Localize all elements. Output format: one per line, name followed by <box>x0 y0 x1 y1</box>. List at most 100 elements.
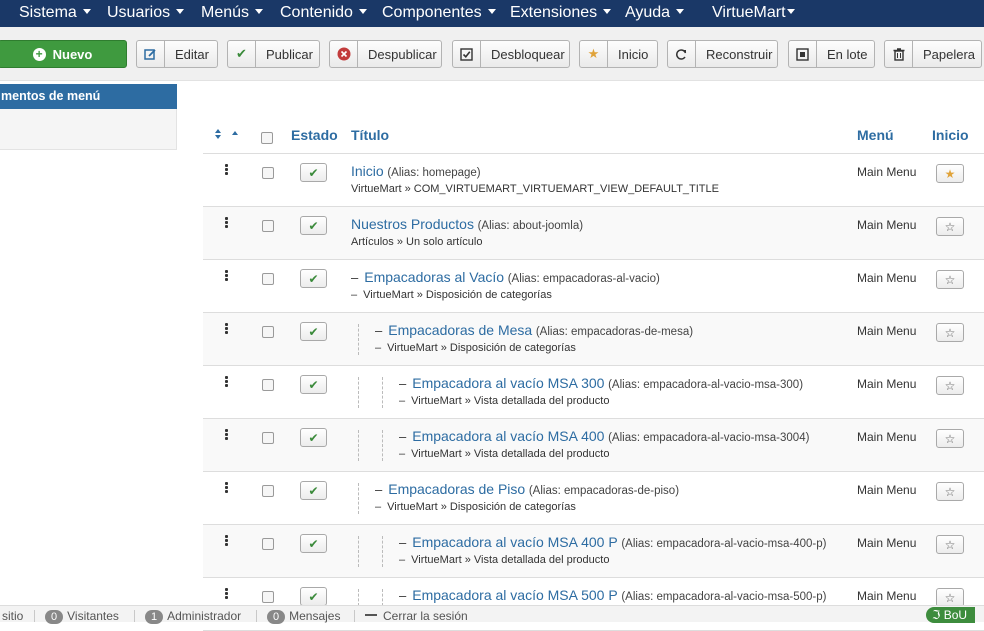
published-toggle-icon[interactable]: ✔ <box>300 428 327 447</box>
caret-down-icon <box>82 9 91 14</box>
row-checkbox[interactable] <box>262 220 274 232</box>
item-alias: (Alias: about-joomla) <box>477 220 584 232</box>
item-title-link[interactable]: Empacadoras de Piso <box>388 481 525 497</box>
tree-guide <box>358 483 359 514</box>
star-icon: ★ <box>580 41 608 67</box>
level-dash: – <box>399 448 406 460</box>
item-title-link[interactable]: Empacadora al vacío MSA 500 P <box>412 587 617 603</box>
item-title-link[interactable]: Empacadora al vacío MSA 400 <box>412 428 604 444</box>
drag-handle-icon[interactable] <box>225 270 229 282</box>
tree-guide <box>382 536 383 567</box>
item-title-link[interactable]: Inicio <box>351 163 384 179</box>
drag-handle-icon[interactable] <box>225 323 229 335</box>
publish-button[interactable]: ✔ Publicar <box>227 40 320 68</box>
row-checkbox[interactable] <box>262 485 274 497</box>
star-outline-icon[interactable]: ☆ <box>936 217 964 236</box>
rebuild-button[interactable]: Reconstruir <box>667 40 778 68</box>
nav-menu-contenido[interactable]: Contenido <box>280 4 367 22</box>
admins-label: Administrador <box>167 609 242 623</box>
published-toggle-icon[interactable]: ✔ <box>300 216 327 235</box>
trash-button[interactable]: Papelera <box>884 40 982 68</box>
drag-handle-icon[interactable] <box>225 535 229 547</box>
published-toggle-icon[interactable]: ✔ <box>300 534 327 553</box>
item-title-link[interactable]: Empacadoras de Mesa <box>388 322 532 338</box>
published-toggle-icon[interactable]: ✔ <box>300 322 327 341</box>
row-checkbox[interactable] <box>262 167 274 179</box>
level-dash: – <box>375 323 383 338</box>
column-header-title[interactable]: Título <box>351 127 389 143</box>
title-cell: – Empacadora al vacío MSA 300 (Alias: emp… <box>399 375 803 391</box>
drag-handle-icon[interactable] <box>225 217 229 229</box>
drag-handle-icon[interactable] <box>225 588 229 600</box>
drag-handle-icon[interactable] <box>225 164 229 176</box>
nav-menu-sistema[interactable]: Sistema <box>19 4 91 22</box>
sidebar-item-menu-items[interactable]: mentos de menú <box>0 84 177 109</box>
star-outline-icon[interactable]: ☆ <box>936 376 964 395</box>
row-checkbox[interactable] <box>262 591 274 603</box>
nav-menu-menus[interactable]: Menús <box>201 4 264 22</box>
checkin-icon <box>453 41 481 67</box>
batch-icon <box>789 41 817 67</box>
nav-menu-componentes[interactable]: Componentes <box>382 4 496 22</box>
row-checkbox[interactable] <box>262 379 274 391</box>
unpublish-button[interactable]: Despublicar <box>329 40 442 68</box>
item-type: Artículos » Un solo artículo <box>351 236 482 248</box>
drag-handle-icon[interactable] <box>225 376 229 388</box>
row-checkbox[interactable] <box>262 273 274 285</box>
unpublish-label: Despublicar <box>368 46 437 62</box>
published-toggle-icon[interactable]: ✔ <box>300 587 327 606</box>
star-outline-icon[interactable]: ☆ <box>936 429 964 448</box>
star-outline-icon[interactable]: ☆ <box>936 482 964 501</box>
new-button[interactable]: + Nuevo <box>0 40 127 68</box>
caret-down-icon <box>176 9 185 14</box>
messages-label: Mensajes <box>289 609 341 623</box>
caret-down-icon <box>255 9 264 14</box>
batch-button[interactable]: En lote <box>788 40 875 68</box>
item-title-link[interactable]: Nuestros Productos <box>351 216 474 232</box>
default-star-icon[interactable]: ★ <box>936 164 964 183</box>
column-header-home[interactable]: Inicio <box>932 127 969 143</box>
separator <box>34 610 35 622</box>
select-all-checkbox[interactable] <box>261 132 273 144</box>
column-header-menu[interactable]: Menú <box>857 127 894 143</box>
item-type-label: VirtueMart » Vista detallada del product… <box>411 554 610 566</box>
item-title-link[interactable]: Empacadora al vacío MSA 300 <box>412 375 604 391</box>
item-alias: (Alias: homepage) <box>387 167 481 179</box>
item-type: – VirtueMart » Vista detallada del produc… <box>399 554 609 566</box>
table-row: ✔ – Empacadora al vacío MSA 400 P (Alias: … <box>203 525 984 578</box>
item-alias: (Alias: empacadoras-de-mesa) <box>535 326 694 338</box>
logout-label: Cerrar la sesión <box>383 609 468 623</box>
star-outline-icon[interactable]: ☆ <box>936 323 964 342</box>
nav-label: VirtueMart <box>712 4 786 21</box>
published-toggle-icon[interactable]: ✔ <box>300 375 327 394</box>
star-outline-icon[interactable]: ☆ <box>936 535 964 554</box>
published-toggle-icon[interactable]: ✔ <box>300 269 327 288</box>
drag-handle-icon[interactable] <box>225 482 229 494</box>
row-checkbox[interactable] <box>262 326 274 338</box>
row-checkbox[interactable] <box>262 538 274 550</box>
column-header-status[interactable]: Estado <box>291 127 338 143</box>
item-title-link[interactable]: Empacadoras al Vacío <box>364 269 504 285</box>
item-type: – VirtueMart » Vista detallada del produc… <box>399 448 609 460</box>
home-label: Inicio <box>618 46 649 62</box>
user-badge[interactable]: ℑ BoU <box>926 607 976 623</box>
published-toggle-icon[interactable]: ✔ <box>300 163 327 182</box>
nav-menu-extensiones[interactable]: Extensiones <box>510 4 612 22</box>
nav-menu-usuarios[interactable]: Usuarios <box>107 4 185 22</box>
published-toggle-icon[interactable]: ✔ <box>300 481 327 500</box>
nav-menu-virtuemart[interactable]: VirtueMart <box>712 4 795 22</box>
nav-menu-ayuda[interactable]: Ayuda <box>625 4 685 22</box>
star-outline-icon[interactable]: ☆ <box>936 270 964 289</box>
item-type: – VirtueMart » Disposición de categorías <box>375 501 576 513</box>
ordering-sort-icon[interactable] <box>214 128 238 143</box>
home-button[interactable]: ★ Inicio <box>579 40 658 68</box>
logout-link[interactable]: Cerrar la sesión <box>365 609 468 623</box>
drag-handle-icon[interactable] <box>225 429 229 441</box>
edit-button[interactable]: Editar <box>136 40 218 68</box>
item-title-link[interactable]: Empacadora al vacío MSA 400 P <box>412 534 617 550</box>
checkin-button[interactable]: Desbloquear <box>452 40 570 68</box>
row-checkbox[interactable] <box>262 432 274 444</box>
table-row: ✔ – Empacadora al vacío MSA 300 (Alias: em… <box>203 366 984 419</box>
table-row: ✔ Inicio (Alias: homepage) VirtueMart » CO… <box>203 154 984 207</box>
view-site-link[interactable]: sitio <box>2 609 23 623</box>
